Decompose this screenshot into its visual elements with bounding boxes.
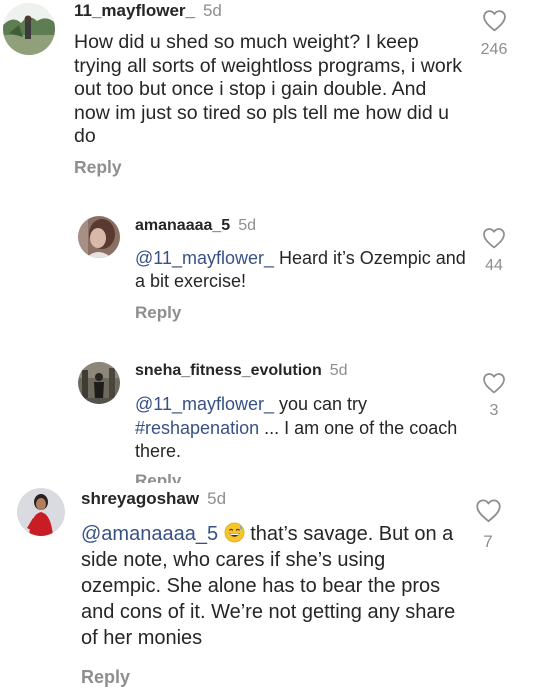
comment-meta: amanaaaa_5 5d — [135, 217, 256, 235]
username[interactable]: 11_mayflower_ — [74, 1, 195, 20]
like-button[interactable]: 3 — [474, 372, 514, 420]
reply-button[interactable]: Reply — [135, 471, 181, 483]
timestamp: 5d — [207, 489, 227, 508]
avatar[interactable] — [17, 488, 65, 536]
like-count: 44 — [485, 257, 503, 274]
comment-text: @amanaaaa_5 that’s savage. But on a side… — [81, 521, 466, 651]
comment-meta: sneha_fitness_evolution 5d — [135, 362, 348, 380]
avatar-photo — [78, 216, 120, 258]
hashtag-link[interactable]: #reshapenation — [135, 418, 259, 438]
mention-link[interactable]: @11_mayflower_ — [135, 394, 274, 414]
heart-outline-icon[interactable] — [482, 9, 507, 32]
avatar[interactable] — [3, 3, 55, 55]
comment-meta: shreyagoshaw 5d — [81, 489, 226, 509]
comment-body-a: you can try — [274, 394, 368, 414]
like-count: 246 — [480, 41, 508, 58]
heart-outline-icon[interactable] — [482, 372, 506, 394]
username[interactable]: sneha_fitness_evolution — [135, 362, 322, 379]
avatar[interactable] — [78, 362, 120, 404]
avatar-photo — [17, 488, 65, 536]
timestamp: 5d — [238, 217, 256, 234]
mention-link[interactable]: @amanaaaa_5 — [81, 523, 218, 545]
timestamp: 5d — [329, 362, 348, 379]
avatar[interactable] — [78, 216, 120, 258]
heart-outline-icon[interactable] — [475, 498, 502, 523]
mention-link[interactable]: @11_mayflower_ — [135, 248, 274, 268]
comment-text: How did u shed so much weight? I keep tr… — [74, 31, 462, 148]
username[interactable]: amanaaaa_5 — [135, 217, 230, 234]
like-button[interactable]: 44 — [474, 227, 514, 275]
comment-text: @11_mayflower_ you can try #reshapenatio… — [135, 393, 465, 464]
reply-button[interactable]: Reply — [81, 667, 130, 688]
username[interactable]: shreyagoshaw — [81, 489, 199, 508]
avatar-photo — [3, 3, 55, 55]
grinning-sweat-emoji — [224, 522, 245, 543]
comment-meta: 11_mayflower_ 5d — [74, 1, 222, 21]
like-count: 7 — [483, 532, 493, 551]
avatar-photo — [78, 362, 120, 404]
timestamp: 5d — [202, 1, 222, 20]
like-button[interactable]: 246 — [474, 9, 514, 59]
heart-outline-icon[interactable] — [482, 227, 506, 249]
like-button[interactable]: 7 — [468, 498, 508, 552]
reply-button[interactable]: Reply — [74, 157, 122, 178]
like-count: 3 — [489, 402, 499, 419]
comment-text: @11_mayflower_ Heard it’s Ozempic and a … — [135, 247, 475, 293]
reply-button[interactable]: Reply — [135, 303, 181, 323]
